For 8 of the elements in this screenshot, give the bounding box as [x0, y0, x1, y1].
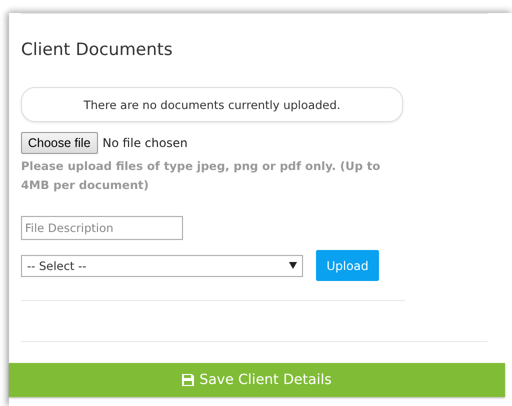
choose-file-button[interactable]: Choose file — [21, 132, 98, 154]
upload-hint: Please upload files of type jpeg, png or pdf only. (Up to 4MB per document) — [21, 158, 382, 194]
file-description-field[interactable]: File Description — [21, 216, 183, 240]
document-type-select[interactable]: -- Select -- — [21, 254, 303, 276]
file-status: No file chosen — [102, 136, 188, 150]
notice-text: There are no documents currently uploaded. — [84, 98, 340, 112]
section-title: Client Documents — [21, 39, 174, 62]
caret-icon — [289, 262, 297, 269]
